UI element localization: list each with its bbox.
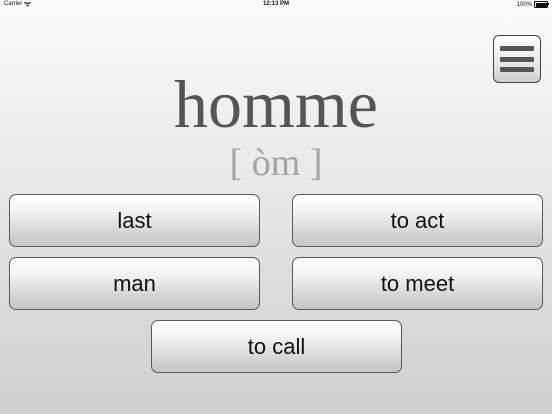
answer-button-last[interactable]: last (9, 194, 260, 247)
battery-icon (534, 1, 549, 8)
status-battery-group: 100% (516, 1, 549, 8)
answer-button-man[interactable]: man (9, 257, 260, 310)
answer-button-to-act[interactable]: to act (292, 194, 543, 247)
battery-percent: 100% (516, 1, 532, 8)
answer-button-to-call[interactable]: to call (151, 320, 402, 373)
status-time: 12:13 PM (262, 1, 289, 7)
quiz-word: homme (174, 66, 378, 142)
answer-button-to-meet[interactable]: to meet (292, 257, 543, 310)
pronunciation: [ òm ] (229, 142, 323, 184)
status-bar: Carrier 12:13 PM 100% (0, 0, 552, 9)
